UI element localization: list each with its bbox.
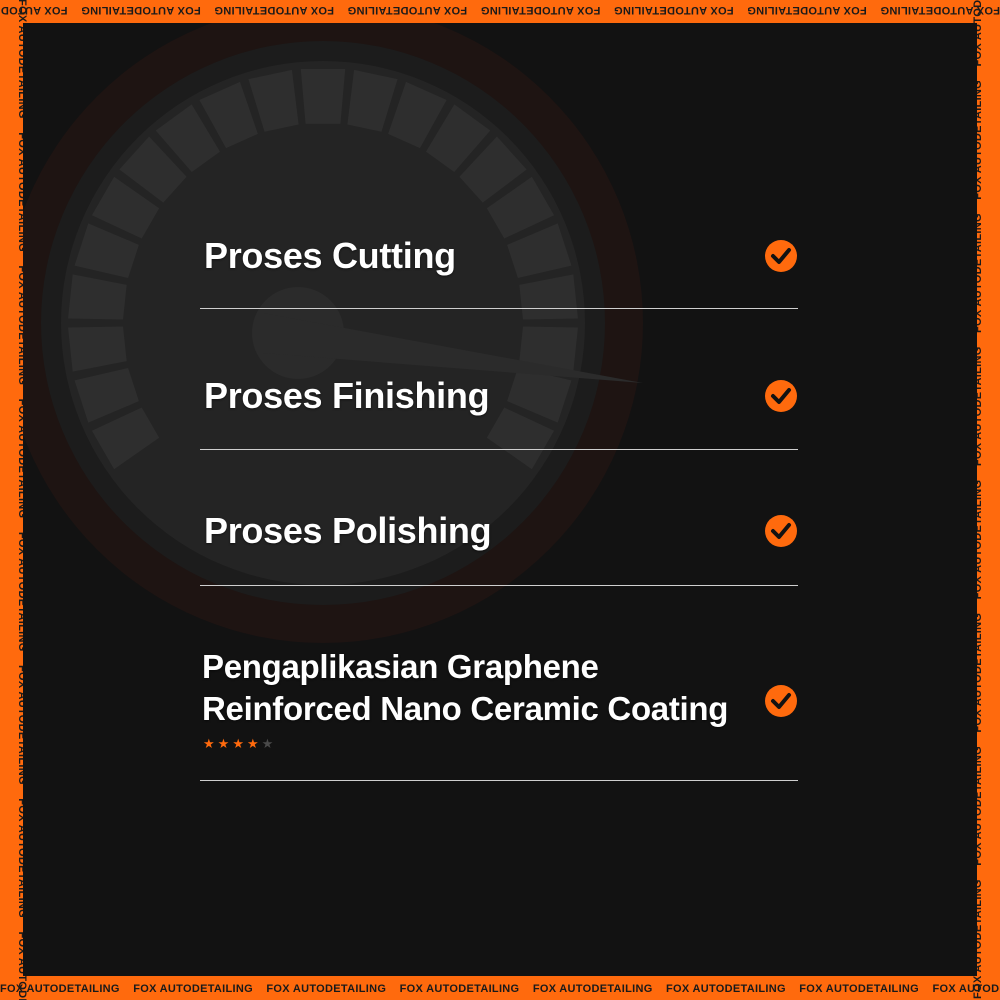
step-title: Proses Cutting: [204, 235, 456, 276]
step-title-line: Reinforced Nano Ceramic Coating: [202, 690, 729, 727]
star-empty-icon: ★: [261, 736, 274, 751]
check-circle-icon: [765, 685, 797, 717]
border-text-top: FOX AUTODETAILING FOX AUTODETAILING FOX …: [0, 4, 1000, 16]
step-title: Proses Polishing: [204, 510, 492, 551]
star-filled-icon: ★: [232, 736, 244, 751]
check-circle-icon: [765, 515, 797, 547]
step-title-line: Pengaplikasian Graphene: [202, 648, 599, 685]
step-row-coating: Pengaplikasian Graphene Reinforced Nano …: [200, 623, 798, 781]
steps-list: Proses Cutting Proses Finishing Proses P…: [23, 23, 977, 976]
step-row-polishing: Proses Polishing: [200, 503, 798, 586]
star-filled-icon: ★: [217, 736, 230, 751]
content-panel: Proses Cutting Proses Finishing Proses P…: [23, 23, 977, 976]
step-row-cutting: Proses Cutting: [200, 223, 798, 309]
star-filled-icon: ★: [246, 736, 259, 751]
check-circle-icon: [765, 380, 797, 412]
star-rating: ★ ★ ★ ★ ★: [203, 737, 273, 751]
step-title: Pengaplikasian Graphene Reinforced Nano …: [202, 646, 728, 730]
step-title: Proses Finishing: [204, 375, 490, 416]
step-row-finishing: Proses Finishing: [200, 363, 798, 450]
orange-frame: FOX AUTODETAILING FOX AUTODETAILING FOX …: [0, 0, 1000, 1000]
check-circle-icon: [765, 240, 797, 272]
border-text-bottom: FOX AUTODETAILING FOX AUTODETAILING FOX …: [0, 983, 1000, 995]
star-filled-icon: ★: [203, 736, 215, 751]
